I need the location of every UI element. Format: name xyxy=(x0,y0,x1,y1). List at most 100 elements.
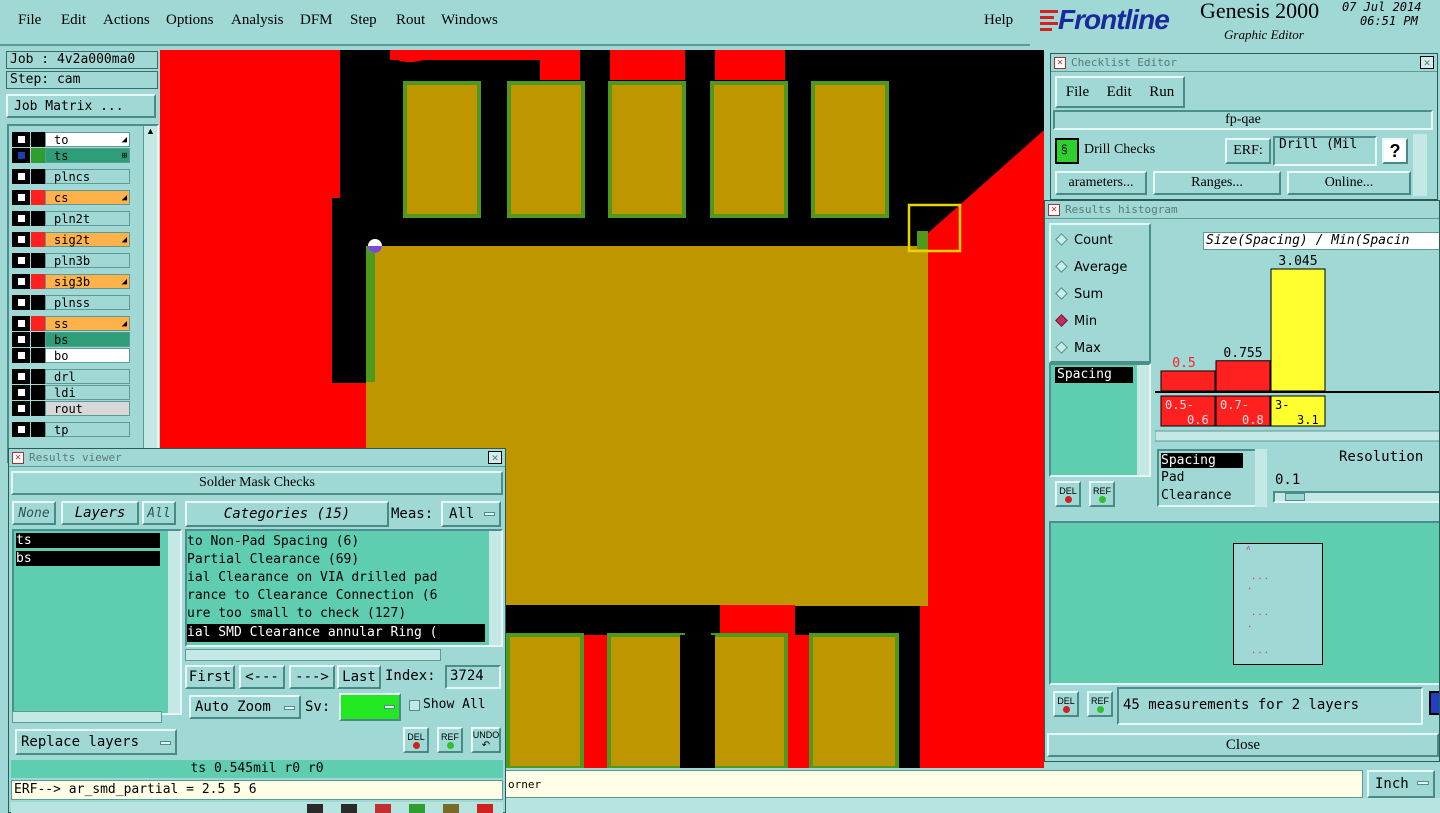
menu-options[interactable]: Options xyxy=(166,12,214,29)
layer-name[interactable]: plnss xyxy=(45,295,130,310)
category-hscroll[interactable] xyxy=(185,649,441,661)
all-button[interactable]: All xyxy=(142,501,176,525)
layer-name[interactable]: to ◢ xyxy=(45,132,130,147)
menu-analysis[interactable]: Analysis xyxy=(231,12,284,29)
menu-step[interactable]: Step xyxy=(350,12,377,29)
window-toggle-icon[interactable] xyxy=(1429,691,1439,715)
none-button[interactable]: None xyxy=(12,501,56,525)
close-icon[interactable]: ✕ xyxy=(1420,56,1434,69)
close-button[interactable]: Close xyxy=(1047,733,1439,757)
layer-row-ts[interactable]: ts ⊞ xyxy=(12,148,130,163)
layer-checkbox[interactable] xyxy=(12,148,30,163)
layer-row-pln2t[interactable]: pln2t xyxy=(12,211,130,226)
action-status-icon[interactable]: § xyxy=(1055,138,1079,164)
unit-selector[interactable]: Inch xyxy=(1367,770,1435,798)
layer-name[interactable]: pln2t xyxy=(45,211,130,226)
histogram-list-scrollbar[interactable] xyxy=(1137,365,1149,475)
checklist-menu-file[interactable]: File xyxy=(1066,84,1089,101)
layers-button[interactable]: Layers xyxy=(61,501,139,525)
layer-name[interactable]: rout xyxy=(45,401,130,416)
histogram-ref-button[interactable]: REF xyxy=(1089,481,1115,507)
prev-button[interactable]: <--- xyxy=(239,665,285,689)
layer-checkbox[interactable] xyxy=(12,295,30,310)
mode-count[interactable]: Count xyxy=(1055,233,1113,248)
menu-rout[interactable]: Rout xyxy=(396,12,425,29)
type-item-pad[interactable]: Pad xyxy=(1161,470,1184,485)
type-item-clearance[interactable]: Clearance xyxy=(1161,488,1231,503)
resolution-slider[interactable] xyxy=(1273,491,1439,503)
layer-row-sig2t[interactable]: sig2t ◢ xyxy=(12,232,130,247)
layer-name[interactable]: pln3b xyxy=(45,253,130,268)
close-icon[interactable]: ✕ xyxy=(488,451,502,464)
tool-icon[interactable] xyxy=(409,804,425,813)
layer-name[interactable]: bo xyxy=(45,348,130,363)
first-button[interactable]: First xyxy=(185,665,235,689)
last-button[interactable]: Last xyxy=(337,665,381,689)
mode-min[interactable]: Min xyxy=(1055,314,1097,329)
mode-average[interactable]: Average xyxy=(1055,260,1127,275)
layer-name[interactable]: ts ⊞ xyxy=(45,148,130,163)
layer-row-cs[interactable]: cs ◢ xyxy=(12,190,130,205)
layer-checkbox[interactable] xyxy=(12,348,30,363)
preview-del-button[interactable]: DEL xyxy=(1053,691,1079,717)
histogram-list-item[interactable]: Spacing xyxy=(1055,367,1133,383)
layer-checkbox[interactable] xyxy=(12,190,30,205)
category-item[interactable]: rance to Clearance Connection (6 xyxy=(187,587,437,605)
histogram-del-button[interactable]: DEL xyxy=(1055,481,1081,507)
menu-file[interactable]: File xyxy=(18,12,41,29)
results-undo-button[interactable]: UNDO ↶ xyxy=(471,727,501,753)
layer-checkbox[interactable] xyxy=(12,316,30,331)
layer-row-to[interactable]: to ◢ xyxy=(12,132,130,147)
layer-name[interactable]: ss ◢ xyxy=(45,316,130,331)
layer-name[interactable]: tp xyxy=(45,422,130,437)
help-icon[interactable]: ? xyxy=(1382,138,1408,164)
menu-windows[interactable]: Windows xyxy=(441,12,498,29)
mode-max[interactable]: Max xyxy=(1055,341,1101,356)
erf-field[interactable]: Drill (Mil xyxy=(1273,136,1377,166)
layer-checkbox[interactable] xyxy=(12,132,30,147)
layer-checkbox[interactable] xyxy=(12,169,30,184)
layer-checkbox[interactable] xyxy=(12,332,30,347)
menu-edit[interactable]: Edit xyxy=(61,12,86,29)
mode-sum[interactable]: Sum xyxy=(1055,287,1103,302)
layer-name[interactable]: bs xyxy=(45,332,130,347)
layer-checkbox[interactable] xyxy=(12,274,30,289)
next-button[interactable]: ---> xyxy=(289,665,335,689)
layer-results-hscroll[interactable] xyxy=(12,711,162,723)
menu-help[interactable]: Help xyxy=(984,12,1013,29)
category-item[interactable]: Partial Clearance (69) xyxy=(187,551,359,569)
zoom-selector[interactable]: Auto Zoom xyxy=(189,695,301,719)
layer-checkbox[interactable] xyxy=(12,369,30,384)
layer-name[interactable]: sig3b ◢ xyxy=(45,274,130,289)
layer-row-sig3b[interactable]: sig3b ◢ xyxy=(12,274,130,289)
layer-row-rout[interactable]: rout xyxy=(12,401,130,416)
layer-name[interactable]: drl xyxy=(45,369,130,384)
layer-row-ldi[interactable]: ldi xyxy=(12,385,130,400)
layer-row-bs[interactable]: bs xyxy=(12,332,130,347)
layer-name[interactable]: cs ◢ xyxy=(45,190,130,205)
checklist-menu-edit[interactable]: Edit xyxy=(1107,84,1132,101)
layer-row-drl[interactable]: drl xyxy=(12,369,130,384)
results-ref-button[interactable]: REF xyxy=(437,727,463,753)
tool-icon[interactable] xyxy=(477,804,493,813)
layer-checkbox[interactable] xyxy=(12,211,30,226)
layer-checkbox[interactable] xyxy=(12,401,30,416)
checklist-scrollbar[interactable] xyxy=(1413,134,1427,196)
tool-icon[interactable] xyxy=(341,804,357,813)
index-field[interactable]: 3724 xyxy=(445,665,501,689)
layer-name[interactable]: plncs xyxy=(45,169,130,184)
layer-row-plnss[interactable]: plnss xyxy=(12,295,130,310)
layer-results-scrollbar[interactable] xyxy=(168,531,180,713)
category-item[interactable]: ure too small to check (127) xyxy=(187,605,406,623)
category-scrollbar[interactable] xyxy=(489,531,501,645)
layer-name[interactable]: ldi xyxy=(45,385,130,400)
category-item-selected[interactable]: ial SMD Clearance annular Ring ( xyxy=(187,624,485,642)
online-button[interactable]: Online... xyxy=(1287,171,1411,195)
layer-checkbox[interactable] xyxy=(12,232,30,247)
layer-checkbox[interactable] xyxy=(12,422,30,437)
layer-row-ss[interactable]: ss ◢ xyxy=(12,316,130,331)
category-item[interactable]: to Non-Pad Spacing (6) xyxy=(187,533,359,551)
menu-dfm[interactable]: DFM xyxy=(300,12,333,29)
checklist-menu-run[interactable]: Run xyxy=(1149,84,1174,101)
category-item[interactable]: ial Clearance on VIA drilled pad xyxy=(187,569,437,587)
